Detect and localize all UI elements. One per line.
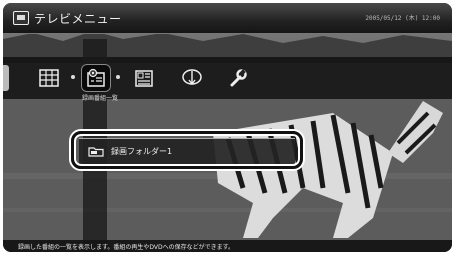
window-title: テレビメニュー <box>34 12 122 26</box>
scroll-left-tab[interactable] <box>3 65 9 91</box>
guide-grid-icon <box>39 69 59 87</box>
selected-menu-caption: 録画番組一覧 <box>81 95 118 102</box>
tv-icon <box>13 11 29 25</box>
menu-separator-dot <box>71 75 75 79</box>
recording-list-menu-button[interactable] <box>82 65 110 91</box>
disc-icon <box>182 69 202 86</box>
guide-menu-button[interactable] <box>35 65 63 91</box>
recording-list-icon <box>87 68 105 87</box>
zebra-background-image <box>3 3 452 252</box>
title-bar: テレビメニュー 2005/05/12 (木) 12:00 <box>3 3 452 34</box>
program-list-icon <box>135 70 153 87</box>
wrench-icon <box>230 69 247 87</box>
tv-menu-screen: テレビメニュー 2005/05/12 (木) 12:00 録画番組一覧 録画フォ… <box>3 3 452 252</box>
clock-display: 2005/05/12 (木) 12:00 <box>365 15 440 22</box>
program-list-menu-button[interactable] <box>130 65 158 91</box>
menu-separator-dot <box>116 75 120 79</box>
selection-highlight-ring <box>71 131 303 169</box>
status-bar: 録画した番組の一覧を表示します。番組の再生やDVDへの保存などができます。 <box>3 240 452 252</box>
disc-menu-button[interactable] <box>178 65 206 91</box>
settings-menu-button[interactable] <box>224 65 252 91</box>
status-text: 録画した番組の一覧を表示します。番組の再生やDVDへの保存などができます。 <box>18 244 235 251</box>
